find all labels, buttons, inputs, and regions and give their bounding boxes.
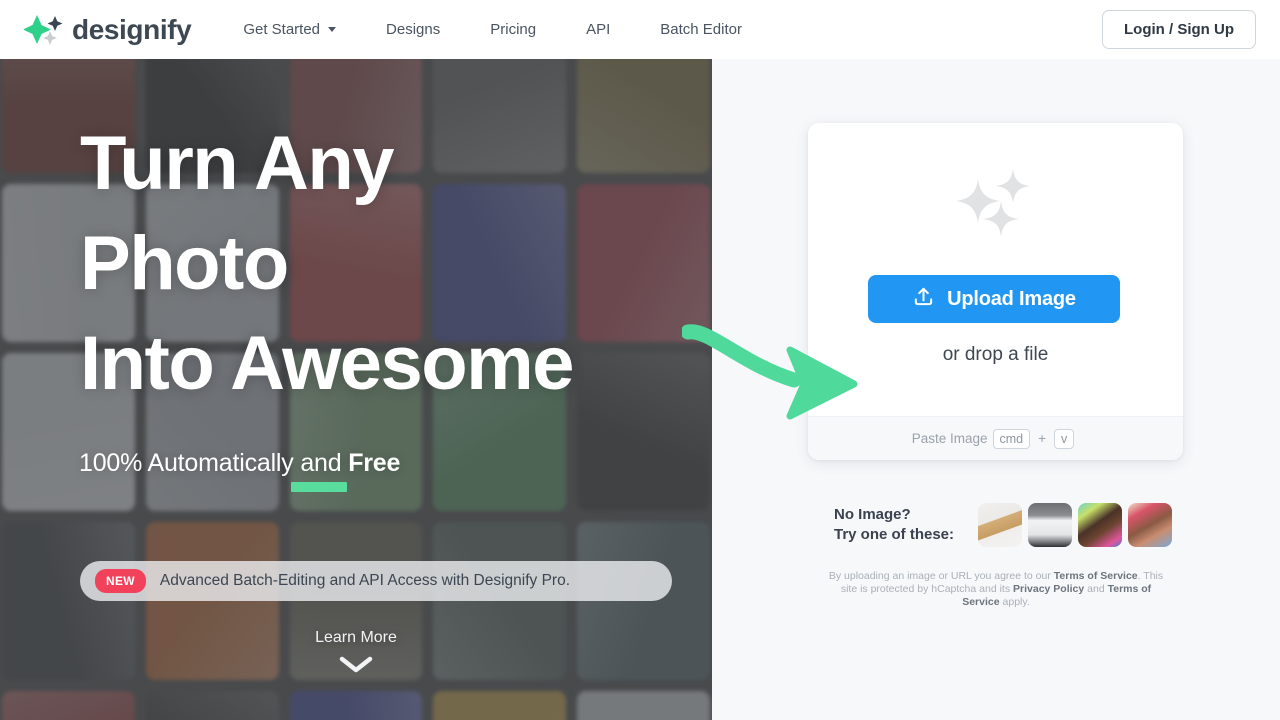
- chevron-down-icon: [328, 27, 337, 32]
- hero-headline-line-3: Into Awesome: [80, 321, 575, 406]
- free-underline-accent: [291, 482, 347, 492]
- sample-thumbnails: [978, 503, 1173, 547]
- upload-icon: [912, 285, 947, 314]
- thumbnail-man-portrait[interactable]: [1078, 503, 1123, 547]
- legal-terms-of-service-link-1[interactable]: Terms of Service: [1054, 570, 1138, 582]
- paste-plus-sign: +: [1038, 431, 1047, 446]
- hero-content: Turn Any Photo Into Awesome 100% Automat…: [0, 59, 712, 720]
- nav-item-designs[interactable]: Designs: [386, 21, 440, 38]
- thumbnail-white-car[interactable]: [1028, 503, 1073, 547]
- paste-key-cmd: cmd: [992, 428, 1031, 449]
- legal-privacy-policy-link[interactable]: Privacy Policy: [1013, 583, 1084, 595]
- paste-image-label: Paste Image: [911, 431, 988, 446]
- brand-name: designify: [72, 13, 192, 45]
- nav-links: Get Started Designs Pricing API Batch Ed…: [243, 21, 742, 38]
- hero-subheadline: 100% Automatically and Free: [79, 449, 400, 478]
- nav-item-batch-editor[interactable]: Batch Editor: [660, 21, 742, 38]
- hero-subheadline-emphasis: Free: [348, 449, 401, 477]
- top-navbar: designify Get Started Designs Pricing AP…: [0, 0, 1280, 59]
- sample-images-label-line-1: No Image?: [834, 506, 911, 523]
- learn-more-label: Learn More: [315, 629, 397, 646]
- nav-item-api[interactable]: API: [586, 21, 610, 38]
- hero-headline-line-1: Turn Any: [80, 121, 395, 206]
- page-stage: Turn Any Photo Into Awesome 100% Automat…: [0, 59, 1280, 720]
- nav-item-pricing[interactable]: Pricing: [490, 21, 536, 38]
- sample-images-label-line-2: Try one of these:: [834, 526, 955, 543]
- learn-more-link[interactable]: Learn More: [0, 629, 712, 679]
- drop-file-text: or drop a file: [942, 344, 1049, 365]
- legal-part-1: By uploading an image or URL you agree t…: [828, 570, 1054, 582]
- hero-headline: Turn Any Photo Into Awesome: [80, 114, 575, 414]
- promo-banner[interactable]: NEW Advanced Batch-Editing and API Acces…: [80, 561, 672, 601]
- sparkles-icon: [808, 165, 1183, 237]
- legal-disclaimer: By uploading an image or URL you agree t…: [824, 570, 1168, 609]
- nav-item-get-started[interactable]: Get Started: [243, 21, 337, 38]
- promo-banner-text: Advanced Batch-Editing and API Access wi…: [159, 572, 571, 589]
- legal-part-4: apply.: [999, 596, 1030, 608]
- nav-item-get-started-label: Get Started: [243, 21, 321, 38]
- thumbnail-woman-portrait[interactable]: [1128, 503, 1173, 547]
- paste-image-hint: Paste Image cmd + v: [808, 416, 1183, 460]
- sample-images-label: No Image? Try one of these:: [834, 505, 954, 545]
- upload-card[interactable]: Upload Image or drop a file Paste Image …: [808, 123, 1183, 460]
- upload-image-button-label: Upload Image: [947, 287, 1076, 310]
- hero-headline-line-2: Photo: [80, 221, 289, 306]
- sparkle-diamond-logo-icon: [23, 12, 68, 48]
- paste-key-v: v: [1054, 428, 1075, 449]
- upload-panel: Upload Image or drop a file Paste Image …: [712, 59, 1280, 720]
- hero-section: Turn Any Photo Into Awesome 100% Automat…: [0, 59, 712, 720]
- hero-subheadline-prefix: 100% Automatically and: [79, 449, 349, 477]
- new-badge: NEW: [95, 569, 146, 593]
- login-signup-button[interactable]: Login / Sign Up: [1102, 10, 1256, 49]
- thumbnail-paper-towel[interactable]: [978, 503, 1023, 547]
- upload-image-button[interactable]: Upload Image: [868, 275, 1120, 323]
- sample-images-section: No Image? Try one of these:: [834, 503, 1173, 547]
- chevron-down-icon: [339, 656, 373, 679]
- brand-logo[interactable]: designify: [23, 12, 192, 48]
- legal-part-3: and: [1084, 583, 1108, 595]
